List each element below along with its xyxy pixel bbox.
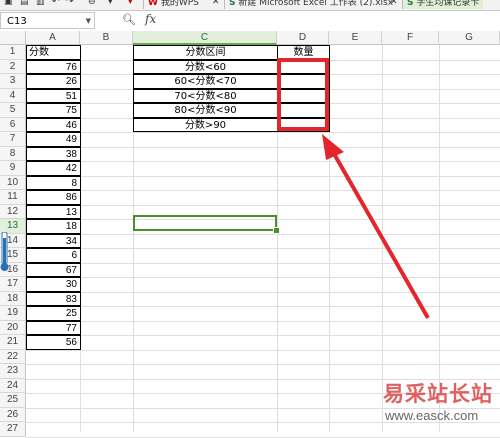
gridline	[26, 436, 500, 438]
watermark-title: 易采站长站	[383, 381, 493, 406]
watermark-url: www.easck.com	[385, 408, 479, 423]
watermark: 易采站长站 www.easck.com	[383, 378, 500, 432]
annotation-arrow	[322, 134, 430, 319]
scroll-handle-icon[interactable]	[0, 232, 9, 272]
